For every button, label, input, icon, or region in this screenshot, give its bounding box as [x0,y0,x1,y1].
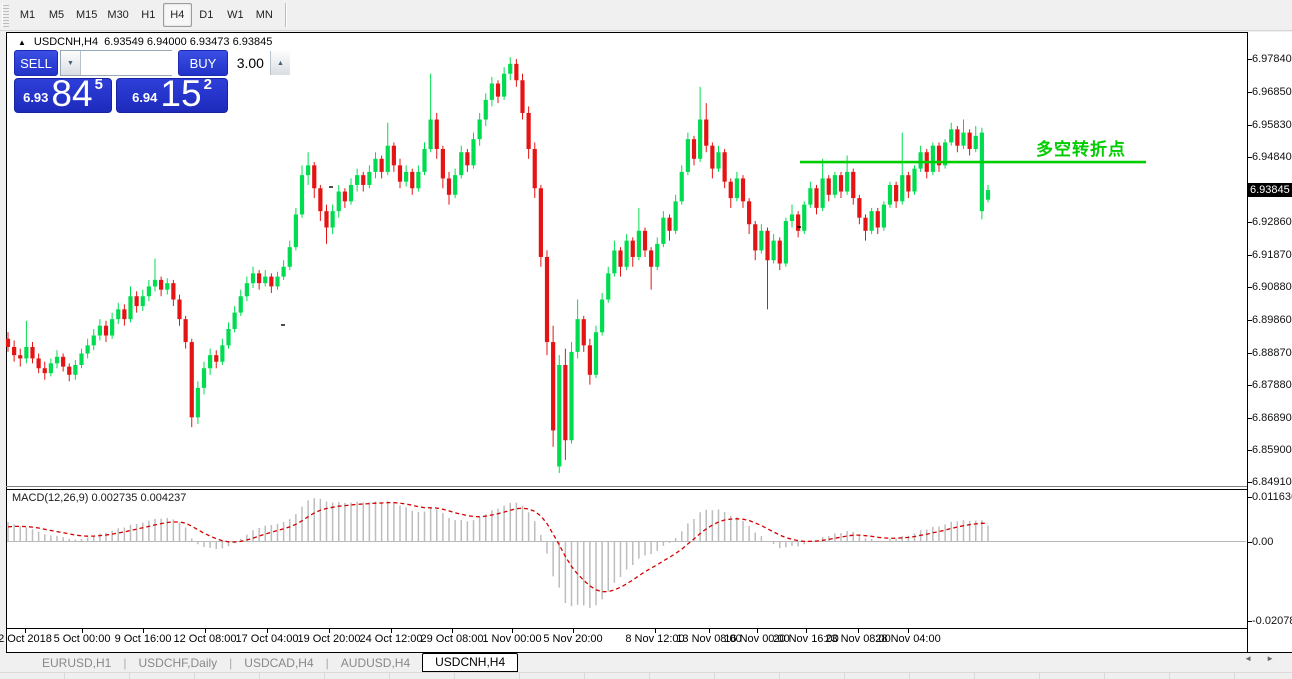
time-axis-tick [573,629,574,633]
price-axis-label: 6.90880 [1252,281,1292,293]
sell-price-prefix: 6.93 [23,90,48,105]
chart-tab-usdcad[interactable]: USDCAD,H4 [232,656,325,670]
time-axis-label: 12 Oct 08:00 [174,633,237,645]
collapse-panel-icon[interactable]: ▲ [18,38,26,47]
price-axis-label: 6.97840 [1252,53,1292,65]
time-axis-label: 17 Oct 04:00 [236,633,299,645]
chart-ohlc-values: 6.93549 6.94000 6.93473 6.93845 [104,36,272,48]
macd-axis-label: -0.020788 [1252,615,1292,627]
time-axis-tick [25,629,26,633]
time-axis-tick [709,629,710,633]
price-axis-label: 6.96850 [1252,86,1292,98]
macd-indicator-label: MACD(12,26,9) 0.002735 0.004237 [12,492,186,504]
chart-tab-bar: EURUSD,H1|USDCHF,Daily|USDCAD,H4|AUDUSD,… [0,653,1292,672]
chart-symbol-label: USDCNH,H4 [34,36,98,48]
volume-input[interactable] [81,51,270,75]
status-bar [0,672,1292,679]
time-axis-tick [908,629,909,633]
tab-scroll-left-icon[interactable]: ◄ [1244,654,1252,663]
time-axis-label: 2 Oct 2018 [0,633,52,645]
time-axis-tick [655,629,656,633]
price-axis-tick [1248,222,1252,223]
time-axis-label: 5 Nov 20:00 [543,633,602,645]
macd-axis-label: 0.00 [1252,536,1273,548]
sell-price-box[interactable]: 6.93 84 5 [14,78,112,113]
price-axis-tick [1248,125,1252,126]
time-axis-label: 29 Oct 08:00 [421,633,484,645]
time-axis-tick [757,629,758,633]
time-axis-tick [858,629,859,633]
chart-tab-usdchf[interactable]: USDCHF,Daily [126,656,229,670]
price-axis-tick [1248,450,1252,451]
time-axis-label: 19 Oct 20:00 [298,633,361,645]
time-axis-tick [205,629,206,633]
sell-price-main: 84 [51,79,92,109]
time-axis-tick [267,629,268,633]
price-axis-label: 6.94840 [1252,151,1292,163]
price-axis-label: 6.92860 [1252,216,1292,228]
price-axis-tick [1248,418,1252,419]
price-axis-label: 6.91870 [1252,249,1292,261]
time-axis-label: 28 Nov 04:00 [875,633,940,645]
volume-decrease-icon[interactable]: ▼ [61,51,81,75]
price-axis-tick [1248,255,1252,256]
price-axis-tick [1248,92,1252,93]
time-axis-tick [452,629,453,633]
price-axis-label: 6.95830 [1252,119,1292,131]
time-axis-label: 5 Oct 00:00 [54,633,111,645]
price-axis-label: 6.86890 [1252,412,1292,424]
price-axis-label: 6.88870 [1252,347,1292,359]
chart-title: ▲ USDCNH,H4 6.93549 6.94000 6.93473 6.93… [18,36,272,48]
buy-price-pip: 2 [204,76,212,93]
chart-tab-eurusd[interactable]: EURUSD,H1 [30,656,123,670]
volume-increase-icon[interactable]: ▲ [270,51,290,75]
price-axis-tick [1248,320,1252,321]
price-axis-label: 6.85900 [1252,444,1292,456]
chart-tab-usdcnh[interactable]: USDCNH,H4 [422,653,518,672]
time-axis-tick [329,629,330,633]
price-axis-tick [1248,353,1252,354]
time-axis-tick [143,629,144,633]
sell-price-pip: 5 [95,76,103,93]
time-axis-tick [82,629,83,633]
current-price-tag: 6.93845 [1248,183,1292,197]
tab-scroll-controls: ◄ ► [1244,654,1274,663]
price-axis-label: 6.84910 [1252,476,1292,488]
price-axis-tick [1248,385,1252,386]
buy-price-main: 15 [160,79,201,109]
time-axis-tick [512,629,513,633]
price-axis-tick [1248,287,1252,288]
time-axis-label: 24 Oct 12:00 [360,633,423,645]
price-axis-tick [1248,59,1252,60]
time-axis-label: 1 Nov 00:00 [482,633,541,645]
buy-price-box[interactable]: 6.94 15 2 [116,78,228,113]
time-axis-tick [391,629,392,633]
macd-axis-tick [1248,497,1252,498]
price-axis-tick [1248,482,1252,483]
buy-price-prefix: 6.94 [132,90,157,105]
price-axis-label: 6.87880 [1252,379,1292,391]
macd-axis-tick [1248,542,1252,543]
price-axis-tick [1248,157,1252,158]
price-axis-label: 6.89860 [1252,314,1292,326]
annotation-label[interactable]: 多空转折点 [1036,135,1126,160]
time-axis-label: 9 Oct 16:00 [115,633,172,645]
time-axis-tick [806,629,807,633]
tab-scroll-right-icon[interactable]: ► [1266,654,1274,663]
chart-tab-audusd[interactable]: AUDUSD,H4 [329,656,422,670]
macd-axis-tick [1248,621,1252,622]
macd-axis-label: 0.011636 [1252,491,1292,503]
